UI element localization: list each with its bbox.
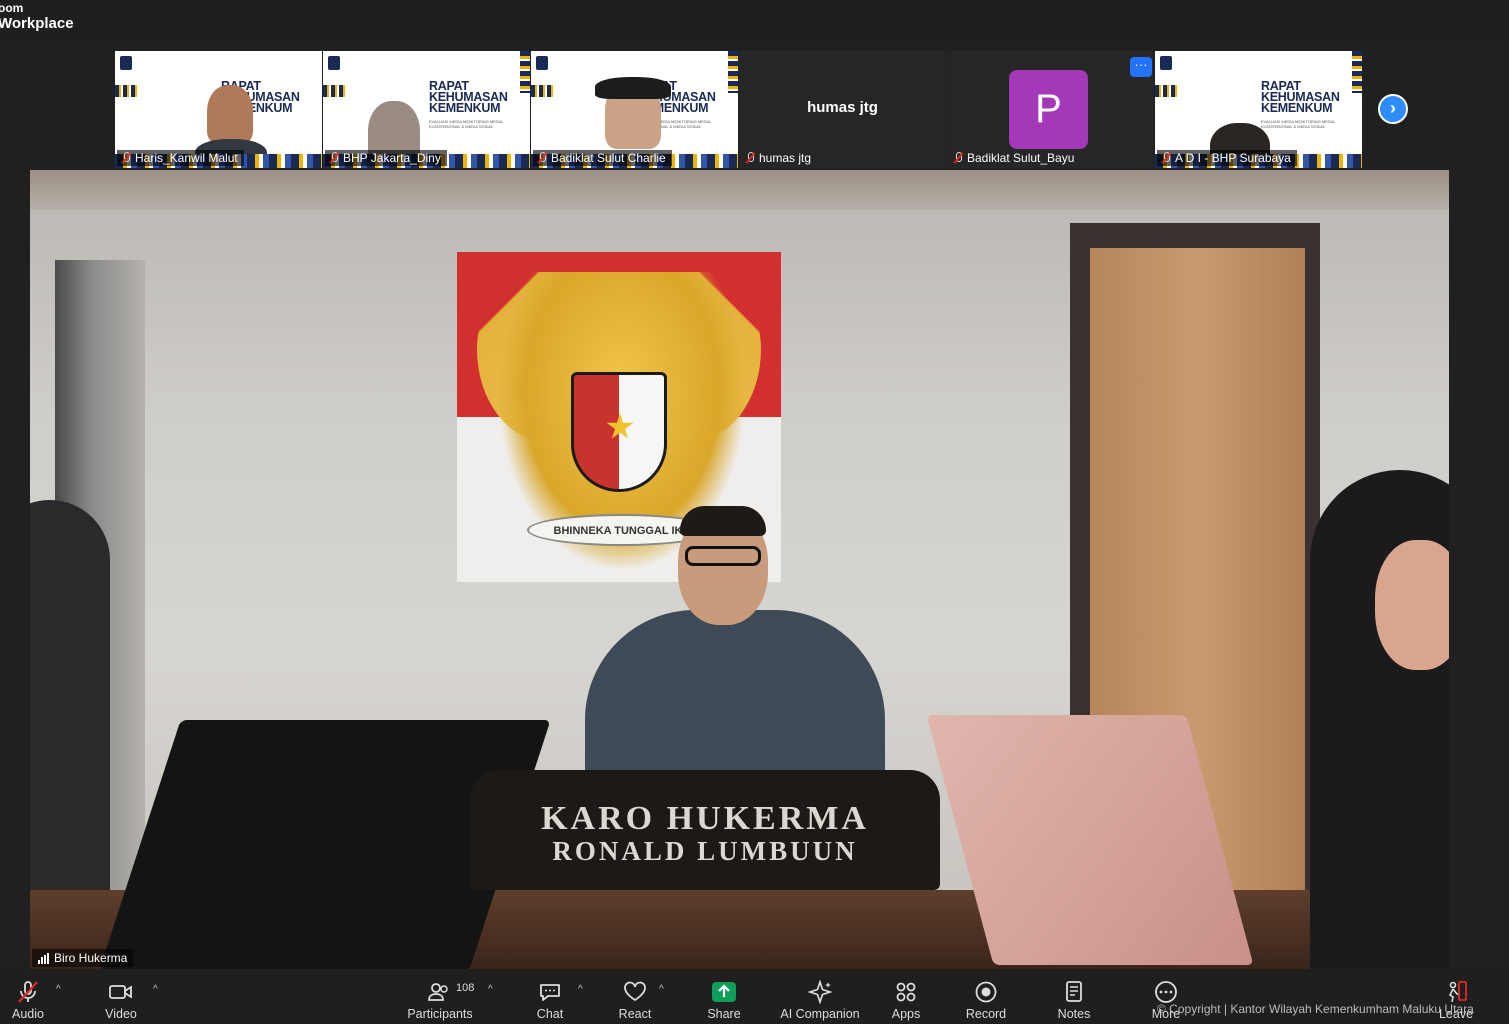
participant-name-tag: Haris_Kanwil Malut (117, 150, 244, 166)
participant-hair (595, 77, 671, 99)
record-icon (975, 981, 997, 1003)
participants-icon (428, 983, 448, 1001)
video-camera-icon (109, 985, 132, 999)
participants-button[interactable]: 108 Participants (405, 970, 475, 1024)
nameplate-title: KARO HUKERMA (541, 800, 869, 837)
nameplate-name: RONALD LUMBUUN (552, 836, 858, 866)
slide-decoration (323, 85, 345, 97)
signal-strength-icon (38, 952, 49, 964)
participant-tile[interactable]: P ··· Badiklat Sulut_Bayu (947, 51, 1154, 168)
slide-decoration (531, 85, 553, 97)
audio-label: Audio (12, 1007, 44, 1021)
react-button[interactable]: React (610, 970, 660, 1024)
leave-icon (1448, 981, 1467, 1003)
participant-name-tag: A D I - BHP Surabaya (1157, 150, 1297, 166)
speaker-hair (680, 506, 766, 536)
slide-subtitle: EVALUASI MEDIA MONITORING MEDIA KONVENSI… (1261, 119, 1335, 129)
video-label: Video (105, 1007, 137, 1021)
more-icon (1155, 981, 1177, 1003)
heart-icon (624, 981, 646, 1002)
slide-title: RAPAT KEHUMASAN KEMENKUM (429, 79, 508, 115)
next-page-button[interactable]: › (1378, 94, 1408, 124)
sparkle-icon (807, 980, 833, 1004)
participant-tile[interactable]: RAPAT KEHUMASAN KEMENKUM EVALUASI MEDIA … (531, 51, 738, 168)
title-bar: oom Workplace (0, 0, 1509, 40)
record-label: Record (965, 1007, 1007, 1021)
kemenkum-logo (328, 56, 340, 70)
apps-button[interactable]: Apps (880, 970, 932, 1024)
participant-name-tag: Badiklat Sulut_Bayu (949, 150, 1080, 166)
mic-muted-icon (1161, 152, 1171, 164)
participant-name: A D I - BHP Surabaya (1175, 151, 1291, 165)
mic-muted-icon (745, 152, 755, 164)
mic-muted-icon (18, 981, 38, 1003)
chevron-up-icon[interactable]: ^ (56, 984, 61, 995)
participants-count: 108 (456, 982, 475, 994)
notes-button[interactable]: Notes (1048, 970, 1100, 1024)
slide-decoration (1155, 85, 1177, 97)
chevron-up-icon[interactable]: ^ (659, 984, 664, 995)
chevron-up-icon[interactable]: ^ (153, 984, 158, 995)
speaker-name: Biro Hukerma (54, 951, 128, 965)
ceiling (30, 170, 1449, 210)
apps-label: Apps (891, 1007, 921, 1021)
kemenkum-logo (120, 56, 132, 70)
share-label: Share (707, 1007, 741, 1021)
participant-name: humas jtg (759, 151, 812, 165)
app-logo-line2: Workplace (0, 15, 74, 32)
speaker-name-tag: Biro Hukerma (32, 949, 134, 967)
app-logo: oom Workplace (0, 1, 74, 31)
notes-icon (1066, 981, 1082, 1002)
share-button[interactable]: Share (698, 970, 750, 1024)
apps-icon (896, 982, 916, 1002)
active-speaker-video[interactable]: BHINNEKA TUNGGAL IKA KARO HUKERMA RONALD… (30, 170, 1449, 969)
emblem-shield (571, 372, 667, 492)
gallery-strip: RAPAT KEHUMASAN KEMENKUM Haris_Kanwil Ma… (115, 51, 1365, 168)
participant-name: Badiklat Sulut_Bayu (967, 151, 1075, 165)
chevron-right-icon: › (1390, 98, 1396, 118)
chat-label: Chat (536, 1007, 564, 1021)
slide-decoration (115, 85, 137, 97)
ai-companion-button[interactable]: AI Companion (778, 970, 862, 1024)
slide-subtitle: EVALUASI MEDIA MONITORING MEDIA KONVENSI… (429, 119, 503, 129)
copyright-watermark: © Copyright | Kantor Wilayah Kemenkumham… (1157, 1002, 1474, 1016)
more-options-button[interactable]: ··· (1130, 57, 1152, 77)
notes-label: Notes (1057, 1007, 1091, 1021)
participant-avatar: P (1009, 70, 1088, 149)
mic-muted-icon (329, 152, 339, 164)
kemenkum-logo (1160, 56, 1172, 70)
participant-name: Badiklat Sulut Charlie (551, 151, 666, 165)
participant-display-name: humas jtg (807, 99, 878, 116)
participant-name: BHP Jakarta_Diny (343, 151, 441, 165)
participant-name-tag: humas jtg (741, 150, 817, 166)
mic-muted-icon (953, 152, 963, 164)
audio-button[interactable]: Audio (2, 970, 54, 1024)
desk-nameplate: KARO HUKERMA RONALD LUMBUUN (470, 770, 940, 890)
chat-icon (540, 984, 560, 1001)
react-label: React (618, 1007, 652, 1021)
video-button[interactable]: Video (95, 970, 147, 1024)
participant-name-tag: Badiklat Sulut Charlie (533, 150, 672, 166)
participant-name-tag: BHP Jakarta_Diny (325, 150, 447, 166)
participant-tile[interactable]: RAPAT KEHUMASAN KEMENKUM EVALUASI MEDIA … (1155, 51, 1362, 168)
kemenkum-logo (536, 56, 548, 70)
mic-muted-icon (537, 152, 547, 164)
share-screen-icon (712, 982, 736, 1002)
participant-tile[interactable]: RAPAT KEHUMASAN KEMENKUM EVALUASI MEDIA … (323, 51, 530, 168)
slide-title: RAPAT KEHUMASAN KEMENKUM (1261, 79, 1340, 115)
mic-muted-icon (121, 152, 131, 164)
chat-button[interactable]: Chat (525, 970, 575, 1024)
ai-companion-label: AI Companion (780, 1007, 860, 1021)
participants-label: Participants (407, 1007, 473, 1021)
chevron-up-icon[interactable]: ^ (578, 984, 583, 995)
record-button[interactable]: Record (958, 970, 1014, 1024)
participant-face (207, 85, 253, 143)
participant-tile[interactable]: humas jtg humas jtg (739, 51, 946, 168)
chevron-up-icon[interactable]: ^ (488, 984, 493, 995)
speaker-glasses (685, 546, 761, 566)
participant-tile[interactable]: RAPAT KEHUMASAN KEMENKUM Haris_Kanwil Ma… (115, 51, 322, 168)
app-logo-line1: oom (0, 1, 24, 15)
participant-name: Haris_Kanwil Malut (135, 151, 238, 165)
person-right-face (1375, 540, 1449, 670)
